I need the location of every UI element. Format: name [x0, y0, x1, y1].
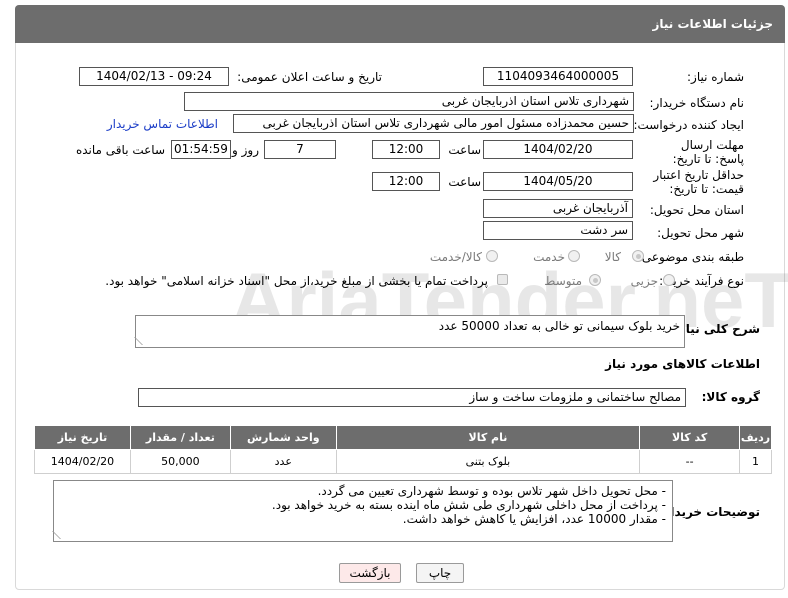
delivery-province-label: استان محل تحویل:	[649, 203, 744, 217]
delivery-city-label: شهر محل تحویل:	[657, 226, 744, 240]
description-text: خرید بلوک سیمانی تو خالی به تعداد 50000 …	[438, 319, 680, 333]
reply-time-label: ساعت	[448, 143, 481, 157]
col-row-number: ردیف	[739, 425, 772, 450]
buyer-notes-label: توضیحات خریدار:	[658, 505, 760, 519]
goods-group-field[interactable]: مصالح ساختمانی و ملزومات ساخت و ساز	[138, 388, 686, 407]
buyer-note-line: - محل تحویل داخل شهر تلاس بوده و توسط شه…	[317, 484, 666, 498]
col-unit: واحد شمارش	[229, 425, 337, 450]
price-date-field[interactable]: 1404/05/20	[483, 172, 633, 191]
goods-info-title: اطلاعات کالاهای مورد نیاز	[605, 357, 760, 371]
cell-row-number: 1	[739, 449, 772, 474]
category-option-goods: کالا	[604, 250, 621, 264]
process-option-minor: جزیی	[630, 274, 658, 288]
description-label: شرح کلی نیاز:	[674, 322, 760, 336]
buyer-note-line: - پرداخت از محل داخلی شهرداری طی شش ماه …	[271, 498, 666, 512]
back-button[interactable]: بازگشت	[339, 563, 401, 583]
category-radio-both[interactable]	[486, 250, 498, 262]
category-option-service: خدمت	[533, 250, 565, 264]
delivery-province-field[interactable]: آذربایجان غربی	[483, 199, 633, 218]
requester-label: ایجاد کننده درخواست:	[633, 118, 744, 132]
table-row[interactable]: 1 -- بلوک بتنی عدد 50,000 1404/02/20	[34, 449, 772, 474]
reply-date-field[interactable]: 1404/02/20	[483, 140, 633, 159]
print-button[interactable]: چاپ	[416, 563, 464, 583]
treasury-checkbox[interactable]	[497, 274, 508, 285]
description-field[interactable]: خرید بلوک سیمانی تو خالی به تعداد 50000 …	[134, 315, 685, 348]
announce-field[interactable]: 1404/02/13 - 09:24	[79, 67, 229, 86]
category-label: طبقه بندی موضوعی:	[637, 250, 744, 264]
reply-deadline-label: مهلت ارسال پاسخ: تا تاریخ:	[672, 138, 744, 166]
price-time-field[interactable]: 12:00	[372, 172, 440, 191]
process-radio-minor[interactable]	[663, 274, 675, 286]
cell-item-name: بلوک بتنی	[335, 449, 641, 474]
cell-item-code: --	[639, 449, 741, 474]
days-label: روز و	[232, 143, 259, 157]
need-number-field[interactable]: 1104093464000005	[483, 67, 633, 86]
buyer-note-line: - مقدار 10000 عدد، افزایش یا کاهش خواهد …	[402, 512, 666, 526]
delivery-city-field[interactable]: سر دشت	[483, 221, 633, 240]
buyer-contact-link[interactable]: اطلاعات تماس خریدار	[107, 117, 218, 131]
category-radio-goods[interactable]	[632, 250, 644, 262]
resize-grip-icon[interactable]	[52, 531, 68, 539]
goods-group-label: گروه کالا:	[701, 390, 760, 404]
cell-unit: عدد	[229, 449, 337, 474]
category-option-both: کالا/خدمت	[429, 250, 482, 264]
need-number-label: شماره نیاز:	[687, 70, 744, 84]
process-radio-medium[interactable]	[589, 274, 601, 286]
announce-label: تاریخ و ساعت اعلان عمومی:	[237, 70, 382, 84]
cell-need-date: 1404/02/20	[34, 449, 131, 474]
table-header-row: ردیف کد کالا نام کالا واحد شمارش تعداد /…	[34, 425, 772, 450]
category-radio-service[interactable]	[568, 250, 580, 262]
cell-quantity: 50,000	[129, 449, 231, 474]
buyer-org-label: نام دستگاه خریدار:	[649, 96, 745, 110]
process-option-medium: متوسط	[544, 274, 582, 288]
payment-note: پرداخت تمام یا بخشی از مبلغ خرید،از محل …	[105, 274, 488, 288]
buyer-notes-field[interactable]: - محل تحویل داخل شهر تلاس بوده و توسط شه…	[52, 480, 673, 542]
requester-field[interactable]: حسین محمدزاده مسئول امور مالی شهرداری تل…	[233, 114, 634, 133]
items-table: ردیف کد کالا نام کالا واحد شمارش تعداد /…	[34, 425, 772, 474]
price-time-label: ساعت	[448, 175, 481, 189]
price-validity-label: حداقل تاریخ اعتبار قیمت: تا تاریخ:	[653, 168, 744, 196]
col-item-code: کد کالا	[639, 425, 741, 450]
days-field[interactable]: 7	[264, 140, 336, 159]
col-item-name: نام کالا	[335, 425, 641, 450]
remaining-label: ساعت باقی مانده	[75, 143, 165, 157]
resize-grip-icon[interactable]	[134, 337, 150, 345]
reply-time-field[interactable]: 12:00	[372, 140, 440, 159]
col-quantity: تعداد / مقدار	[129, 425, 231, 450]
buyer-org-field[interactable]: شهرداری تلاس استان اذربایجان غربی	[184, 92, 634, 111]
panel-title: جزئیات اطلاعات نیاز	[15, 5, 785, 43]
remaining-time-field[interactable]: 01:54:59	[171, 140, 231, 159]
col-need-date: تاریخ نیاز	[34, 425, 131, 450]
